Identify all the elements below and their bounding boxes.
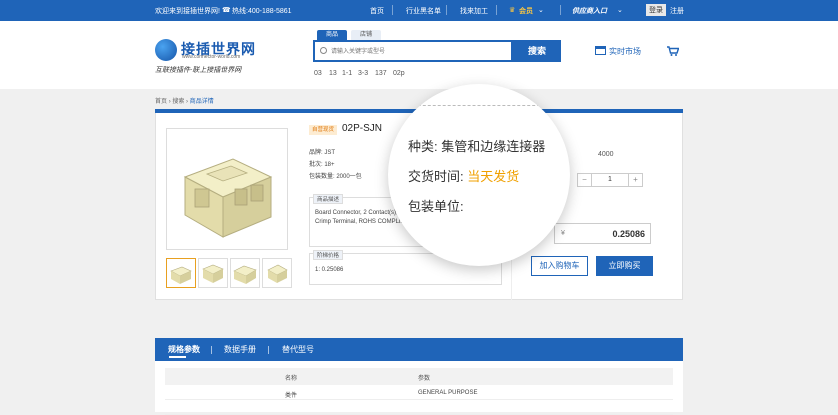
magnifier-overlay: 种类: 集管和边缘连接器 交货时间: 当天发货 包装单位: (388, 84, 570, 266)
divider (211, 346, 212, 354)
package-unit-label: 包装单位: (408, 199, 464, 214)
product-batch: 批次: 18+ (309, 162, 335, 168)
breadcrumb: 首页 › 搜索 › 商品详情 (155, 96, 214, 105)
delivery-label: 交货时间: (408, 169, 464, 184)
table-row: 类件 GENERAL PURPOSE (165, 385, 673, 400)
active-tab-indicator (169, 356, 186, 358)
divider (392, 5, 393, 15)
buy-now-button[interactable]: 立即购买 (596, 256, 653, 276)
hot-term[interactable]: 137 (375, 70, 387, 77)
tab-alternatives[interactable]: 替代型号 (282, 344, 314, 355)
dashed-divider (388, 105, 570, 106)
price-box: ¥ 0.25086 (554, 223, 651, 244)
hot-term[interactable]: 3-3 (358, 70, 368, 77)
divider (268, 346, 269, 354)
market-icon (595, 46, 606, 55)
cart-icon[interactable] (667, 46, 679, 56)
thumbnail-3[interactable] (230, 258, 260, 288)
currency-symbol: ¥ (561, 230, 565, 237)
product-main-image (166, 128, 288, 250)
product-package-qty: 包装数量: 2000一包 (309, 174, 362, 180)
breadcrumb-search[interactable]: 搜索 (172, 99, 184, 105)
magnifier-category-row: 种类: 集管和边缘连接器 (408, 136, 545, 155)
product-name: 02P-SJN (342, 123, 383, 134)
register-link[interactable]: 注册 (670, 6, 684, 16)
table-row (165, 400, 673, 415)
description-label: 商品描述 (313, 194, 344, 204)
hot-term[interactable]: 13 (329, 70, 337, 77)
unit-price: 0.25086 (612, 229, 645, 239)
hot-term[interactable]: 03 (314, 70, 322, 77)
detail-section: 规格参数 数据手册 替代型号 名称 参数 类件 GENERAL PURPOSE (155, 338, 683, 415)
login-link[interactable]: 登录 (646, 4, 666, 16)
search-box (313, 40, 513, 62)
divider (560, 5, 561, 15)
tier-price-value: 1: 0.25086 (315, 267, 344, 273)
header-name: 名称 (285, 376, 298, 382)
increase-button[interactable]: + (628, 174, 642, 186)
spec-table-header: 名称 参数 (165, 368, 673, 385)
thumbnail-1[interactable] (166, 258, 196, 288)
delivery-value: 当天发货 (467, 169, 520, 184)
quantity-input[interactable]: 1 (592, 174, 628, 186)
top-bar: 欢迎来到接插世界网! ☎ 热线:400-188-5861 首页 行业黑名单 找来… (0, 0, 838, 21)
divider (446, 5, 447, 15)
breadcrumb-current: 商品详情 (189, 99, 214, 105)
header-value: 参数 (418, 376, 431, 382)
search-button[interactable]: 搜索 (513, 40, 561, 62)
description-line: Board Connector, 2 Contact(s), (315, 210, 398, 216)
logo-slogan: 互联接插件·联上接插世界网 (155, 66, 242, 74)
category-label: 种类: (408, 139, 438, 154)
welcome-text: 欢迎来到接插世界网! (155, 8, 220, 15)
tier-price-label: 阶梯价格 (313, 250, 344, 260)
spec-name: 类件 (285, 393, 298, 399)
realtime-market-link[interactable]: 实时市场 (595, 46, 641, 57)
logo-url: www.connector-world.com (182, 54, 241, 60)
self-operated-badge: 自营现货 (309, 125, 338, 135)
decrease-button[interactable]: − (578, 174, 592, 186)
topbar-link-home[interactable]: 首页 (370, 6, 384, 16)
thumbnail-4[interactable] (262, 258, 292, 288)
thumbnail-2[interactable] (198, 258, 228, 288)
magnifier-delivery-row: 交货时间: 当天发货 (408, 166, 519, 185)
divider (496, 5, 497, 15)
search-icon (320, 47, 327, 54)
detail-tabbar: 规格参数 数据手册 替代型号 (155, 338, 683, 361)
hot-term[interactable]: 1-1 (342, 70, 352, 77)
spec-value: GENERAL PURPOSE (418, 390, 478, 396)
supplier-entry-link[interactable]: 供应商入口 (572, 6, 607, 16)
description-line: Crimp Terminal, ROHS COMPLIA (315, 219, 405, 225)
hot-term[interactable]: 02p (393, 70, 405, 77)
tab-specifications[interactable]: 规格参数 (168, 344, 200, 355)
category-value: 集管和边缘连接器 (441, 139, 546, 154)
market-label: 实时市场 (609, 47, 641, 56)
quantity-stepper: − 1 + (577, 173, 643, 187)
breadcrumb-home[interactable]: 首页 (155, 99, 167, 105)
logo-globe-icon (155, 39, 177, 61)
chevron-down-icon: ⌄ (617, 7, 623, 14)
search-tab-stores[interactable]: 店铺 (351, 30, 381, 40)
hotline-text: 热线:400-188-5861 (232, 8, 292, 15)
topbar-link-processing[interactable]: 找来加工 (460, 6, 488, 16)
chevron-down-icon: ⌄ (538, 7, 544, 14)
tab-datasheet[interactable]: 数据手册 (224, 344, 256, 355)
crown-icon: ♛ (509, 7, 516, 14)
add-to-cart-button[interactable]: 加入购物车 (531, 256, 588, 276)
topbar-link-blacklist[interactable]: 行业黑名单 (406, 6, 441, 16)
search-tab-products[interactable]: 商品 (317, 30, 347, 40)
member-link[interactable]: 会员 (519, 6, 533, 16)
header: 接插世界网 www.connector-world.com 互联接插件·联上接插… (0, 21, 838, 89)
magnifier-package-row: 包装单位: (408, 196, 464, 215)
phone-icon: ☎ (222, 7, 231, 14)
search-input[interactable] (331, 45, 501, 58)
product-brand: 品牌: JST (309, 150, 336, 156)
stock-value: 4000 (598, 151, 614, 158)
